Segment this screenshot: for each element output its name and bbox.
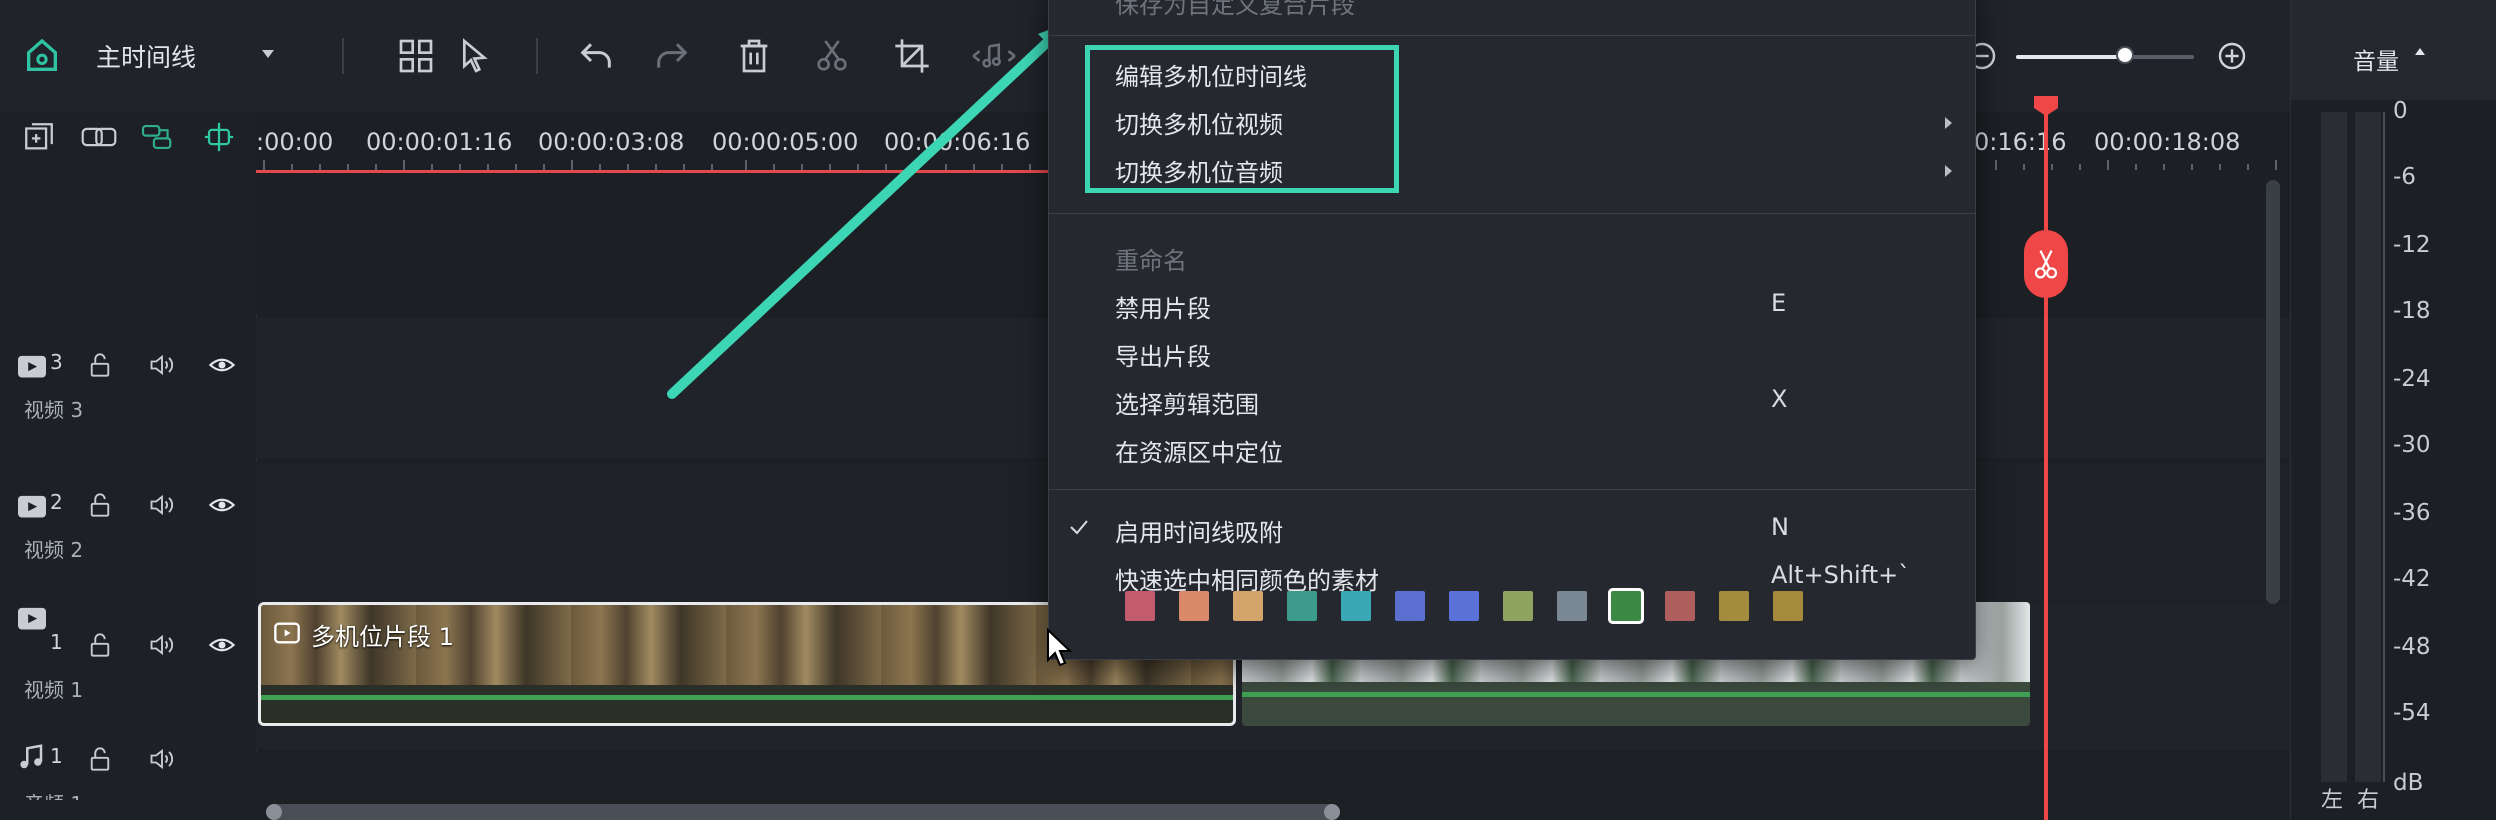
ruler-label: 0:16:16 [1974,128,2067,156]
db-label: -18 [2393,298,2431,324]
color-swatch[interactable] [1773,591,1803,621]
color-swatch[interactable] [1719,591,1749,621]
menu-item-rename[interactable]: 重命名 [1115,241,1187,276]
volume-title[interactable]: 音量 [2291,0,2496,100]
speaker-icon[interactable] [148,492,176,518]
track-group-icon[interactable] [140,122,176,152]
db-unit-label: dB [2393,770,2424,796]
color-swatch[interactable] [1665,591,1695,621]
db-label: -6 [2393,164,2416,190]
menu-item-save-compound[interactable]: 保存为自定义复合片段 [1115,0,1355,20]
track-number: 2 [50,490,63,514]
menu-item-select-range[interactable]: 选择剪辑范围 [1115,385,1259,420]
zoom-slider-fill [2016,55,2126,59]
home-icon[interactable] [22,36,62,76]
color-swatch[interactable] [1125,591,1155,621]
db-label: -36 [2393,500,2431,526]
db-label: -24 [2393,366,2431,392]
track-header-panel: 3 视频 3 2 视频 2 1 视频 1 1 [0,112,257,820]
eye-icon[interactable] [208,352,236,378]
eye-icon[interactable] [208,492,236,518]
lock-icon[interactable] [88,492,112,518]
color-swatch[interactable] [1557,591,1587,621]
speaker-icon[interactable] [148,746,176,772]
color-swatch[interactable] [1395,591,1425,621]
color-swatch[interactable] [1449,591,1479,621]
track-name: 视频 3 [24,398,84,422]
track-number: 1 [50,630,63,654]
lock-icon[interactable] [88,352,112,378]
volume-meter-panel: 音量 0 -6 -12 -18 -24 -30 -36 -42 -48 -54 … [2290,0,2496,820]
left-channel-meter [2321,112,2347,782]
db-label: -48 [2393,634,2431,660]
caret-up-icon [2415,48,2425,55]
color-swatch[interactable] [1611,591,1641,621]
shortcut-label: Alt+Shift+` [1771,561,1911,589]
right-channel-meter [2355,112,2381,782]
mouse-cursor-icon [1047,628,1072,667]
menu-separator [1049,213,1975,214]
speaker-icon[interactable] [148,352,176,378]
zoom-slider[interactable] [2016,46,2194,64]
ruler-label: 00:00:18:08 [2094,128,2241,156]
add-track-icon[interactable] [22,120,56,154]
scroll-handle-left[interactable] [266,804,282,820]
scroll-handle-right[interactable] [1324,804,1340,820]
menu-item-export-clip[interactable]: 导出片段 [1115,337,1211,372]
db-label: -30 [2393,432,2431,458]
timeline-name-label[interactable]: 主时间线 [96,38,196,74]
annotation-arrow [667,20,1074,399]
video-track-icon [16,492,48,520]
meter-axis [2383,112,2385,782]
shortcut-label: E [1771,289,1787,317]
menu-separator [1049,489,1975,490]
volume-title-label: 音量 [2353,49,2399,75]
zoom-in-icon[interactable] [2216,40,2248,72]
lock-icon[interactable] [88,632,112,658]
zoom-slider-handle[interactable] [2116,46,2134,64]
checkmark-icon [1067,515,1091,539]
menu-item-locate-in-media[interactable]: 在资源区中定位 [1115,433,1283,468]
video-track-icon [16,352,48,380]
channel-label-left: 左 [2321,788,2344,813]
horizontal-scrollbar[interactable] [266,804,1340,820]
db-label: 0 [2393,98,2408,124]
color-swatch[interactable] [1233,591,1263,621]
annotation-highlight-box [1085,45,1399,193]
db-label: -12 [2393,232,2431,258]
lock-icon[interactable] [88,746,112,772]
track-name: 视频 1 [24,678,84,702]
db-label: -42 [2393,566,2431,592]
playhead[interactable] [2044,96,2048,820]
shortcut-label: N [1771,513,1789,541]
eye-icon[interactable] [208,632,236,658]
menu-item-disable-clip[interactable]: 禁用片段 [1115,289,1211,324]
link-icon[interactable] [80,122,118,152]
menu-separator [1049,35,1975,36]
music-note-icon [16,742,46,772]
db-label: -54 [2393,700,2431,726]
context-menu: 保存为自定义复合片段 编辑多机位时间线 切换多机位视频 切换多机位音频 重命名 … [1048,0,1976,660]
speaker-icon[interactable] [148,632,176,658]
menu-item-enable-snapping[interactable]: 启用时间线吸附 [1115,513,1283,548]
color-swatch[interactable] [1503,591,1533,621]
color-swatch[interactable] [1287,591,1317,621]
track-name: 音频 1 [24,788,83,800]
clip-audio-wave [1242,692,2030,697]
color-swatch[interactable] [1341,591,1371,621]
channel-label-right: 右 [2357,788,2380,813]
playhead-scissors-icon[interactable] [2024,230,2068,298]
shortcut-label: X [1771,385,1788,413]
track-number: 3 [50,350,63,374]
video-track-icon [16,604,48,632]
vertical-scrollbar[interactable] [2266,180,2280,604]
submenu-arrow-icon [1945,117,1952,129]
color-swatch[interactable] [1179,591,1209,621]
submenu-arrow-icon [1945,165,1952,177]
track-number: 1 [50,744,63,768]
track-name: 视频 2 [24,538,84,562]
magnet-snap-icon[interactable] [202,120,236,154]
